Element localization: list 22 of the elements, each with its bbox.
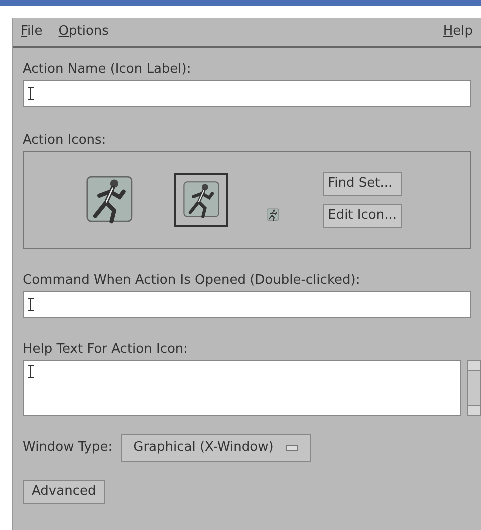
- scrollbar[interactable]: [467, 360, 481, 416]
- text-cursor-icon: [28, 298, 34, 311]
- option-indicator-icon: [286, 445, 298, 451]
- text-area[interactable]: [23, 360, 461, 416]
- text-field[interactable]: [23, 80, 471, 107]
- text-cursor-icon: [28, 87, 34, 100]
- menu-item[interactable]: Options: [58, 22, 109, 42]
- field-label: Action Name (Icon Label):: [23, 61, 192, 79]
- icon-button[interactable]: Find Set...: [323, 172, 402, 196]
- field-label: Command When Action Is Opened (Double-clicked):: [23, 272, 362, 290]
- advanced-button[interactable]: Advanced: [23, 480, 106, 504]
- field-label: Help Text For Action Icon:: [23, 341, 190, 359]
- runner-icon: [266, 208, 280, 222]
- section-label: Action Icons:: [23, 132, 108, 150]
- field-label: Window Type:: [23, 439, 113, 458]
- menu-item[interactable]: File: [21, 22, 43, 42]
- icon-choice[interactable]: [174, 173, 228, 227]
- text-cursor-icon: [28, 365, 34, 378]
- option-menu[interactable]: Graphical (X-Window): [120, 434, 311, 462]
- text-field[interactable]: [23, 291, 471, 318]
- menu-item[interactable]: Help: [443, 22, 473, 42]
- icon-button[interactable]: Edit Icon...: [323, 204, 402, 228]
